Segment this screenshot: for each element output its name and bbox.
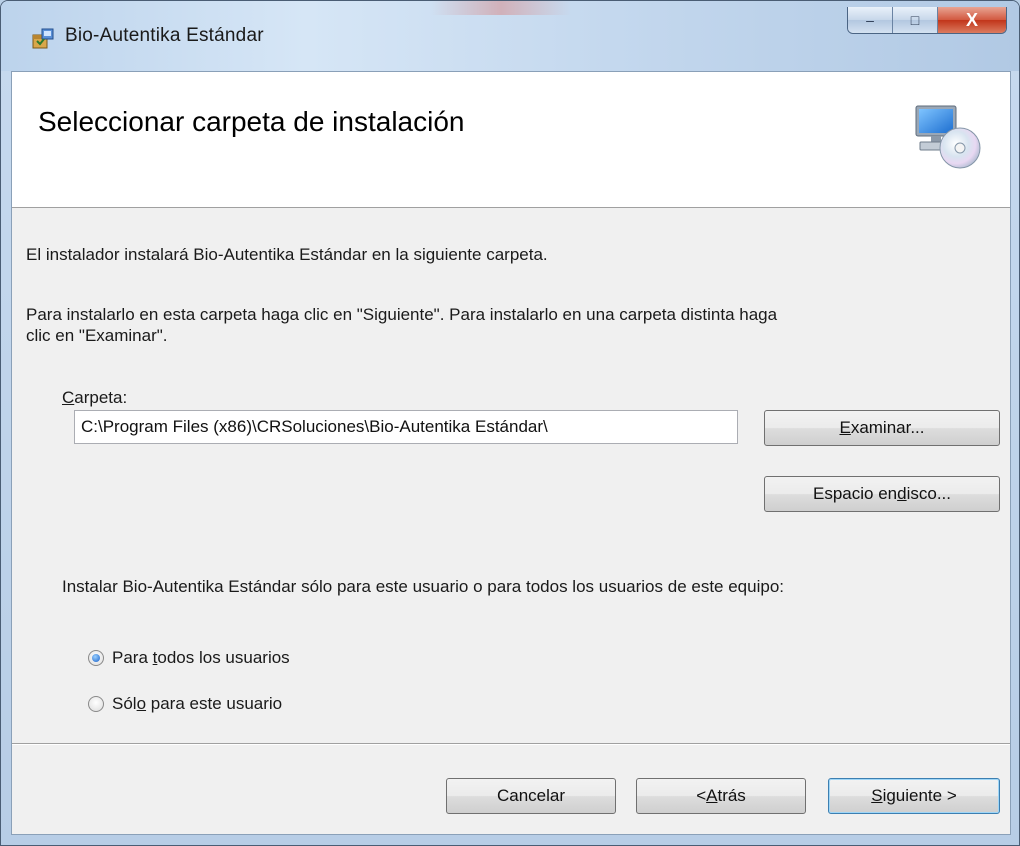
browse-accel: E [839, 418, 851, 437]
computer-cd-icon [915, 105, 981, 169]
next-label: iguiente > [882, 786, 957, 805]
back-accel: A [706, 786, 718, 805]
cancel-button[interactable]: Cancelar [446, 778, 616, 814]
next-button[interactable]: Siguiente > [828, 778, 1000, 814]
folder-label: Carpeta: [62, 388, 127, 408]
next-accel: S [871, 786, 883, 805]
browse-button[interactable]: Examinar... [764, 410, 1000, 446]
close-icon: X [965, 9, 978, 30]
folder-path-input[interactable] [74, 410, 738, 444]
folder-label-rest: arpeta: [74, 388, 128, 407]
minimize-icon: – [866, 12, 874, 28]
install-scope-question: Instalar Bio-Autentika Estándar sólo par… [62, 577, 784, 596]
instructions-text: Para instalarlo en esta carpeta haga cli… [26, 304, 777, 346]
radio-all-users[interactable]: Para todos los usuarios [88, 648, 290, 668]
instructions-line-2: clic en "Examinar". [26, 326, 168, 345]
radio-this-user-label: Sólo para este usuario [112, 694, 283, 713]
dialog-content: Seleccionar carpeta de instalación El in… [11, 71, 1011, 835]
window-title: Bio-Autentika Estándar [65, 25, 264, 46]
disk-label-pre: Espacio en [813, 484, 898, 503]
close-button[interactable]: X [938, 7, 1006, 33]
page-title: Seleccionar carpeta de instalación [38, 106, 465, 137]
installer-app-icon [32, 28, 54, 49]
maximize-button[interactable]: □ [893, 7, 938, 33]
back-label-post: trás [717, 786, 746, 805]
browse-label: xaminar... [850, 418, 925, 437]
radio-this-user-indicator[interactable] [88, 696, 104, 712]
radio-all-users-indicator[interactable] [88, 650, 104, 666]
radio-this-user[interactable]: Sólo para este usuario [88, 694, 282, 714]
instructions-line-1: Para instalarlo en esta carpeta haga cli… [26, 305, 778, 324]
disk-accel: d [897, 484, 907, 503]
maximize-icon: □ [910, 12, 920, 28]
title-bar[interactable]: Bio-Autentika Estándar – □ X [1, 1, 1019, 71]
radio-all-users-label: Para todos los usuarios [112, 648, 290, 667]
header-banner: Seleccionar carpeta de instalación [12, 72, 1010, 208]
disk-space-button[interactable]: Espacio en d isco... [764, 476, 1000, 512]
footer-divider [12, 743, 1010, 745]
minimize-button[interactable]: – [848, 7, 893, 33]
window-controls: – □ X [847, 7, 1007, 34]
disk-label-post: isco... [906, 484, 951, 503]
intro-text: El instalador instalará Bio-Autentika Es… [26, 245, 548, 264]
installer-window: Bio-Autentika Estándar – □ X Seleccionar… [0, 0, 1020, 846]
folder-label-accel: C [62, 388, 75, 407]
back-label-pre: < [696, 786, 707, 805]
back-button[interactable]: < Atrás [636, 778, 806, 814]
